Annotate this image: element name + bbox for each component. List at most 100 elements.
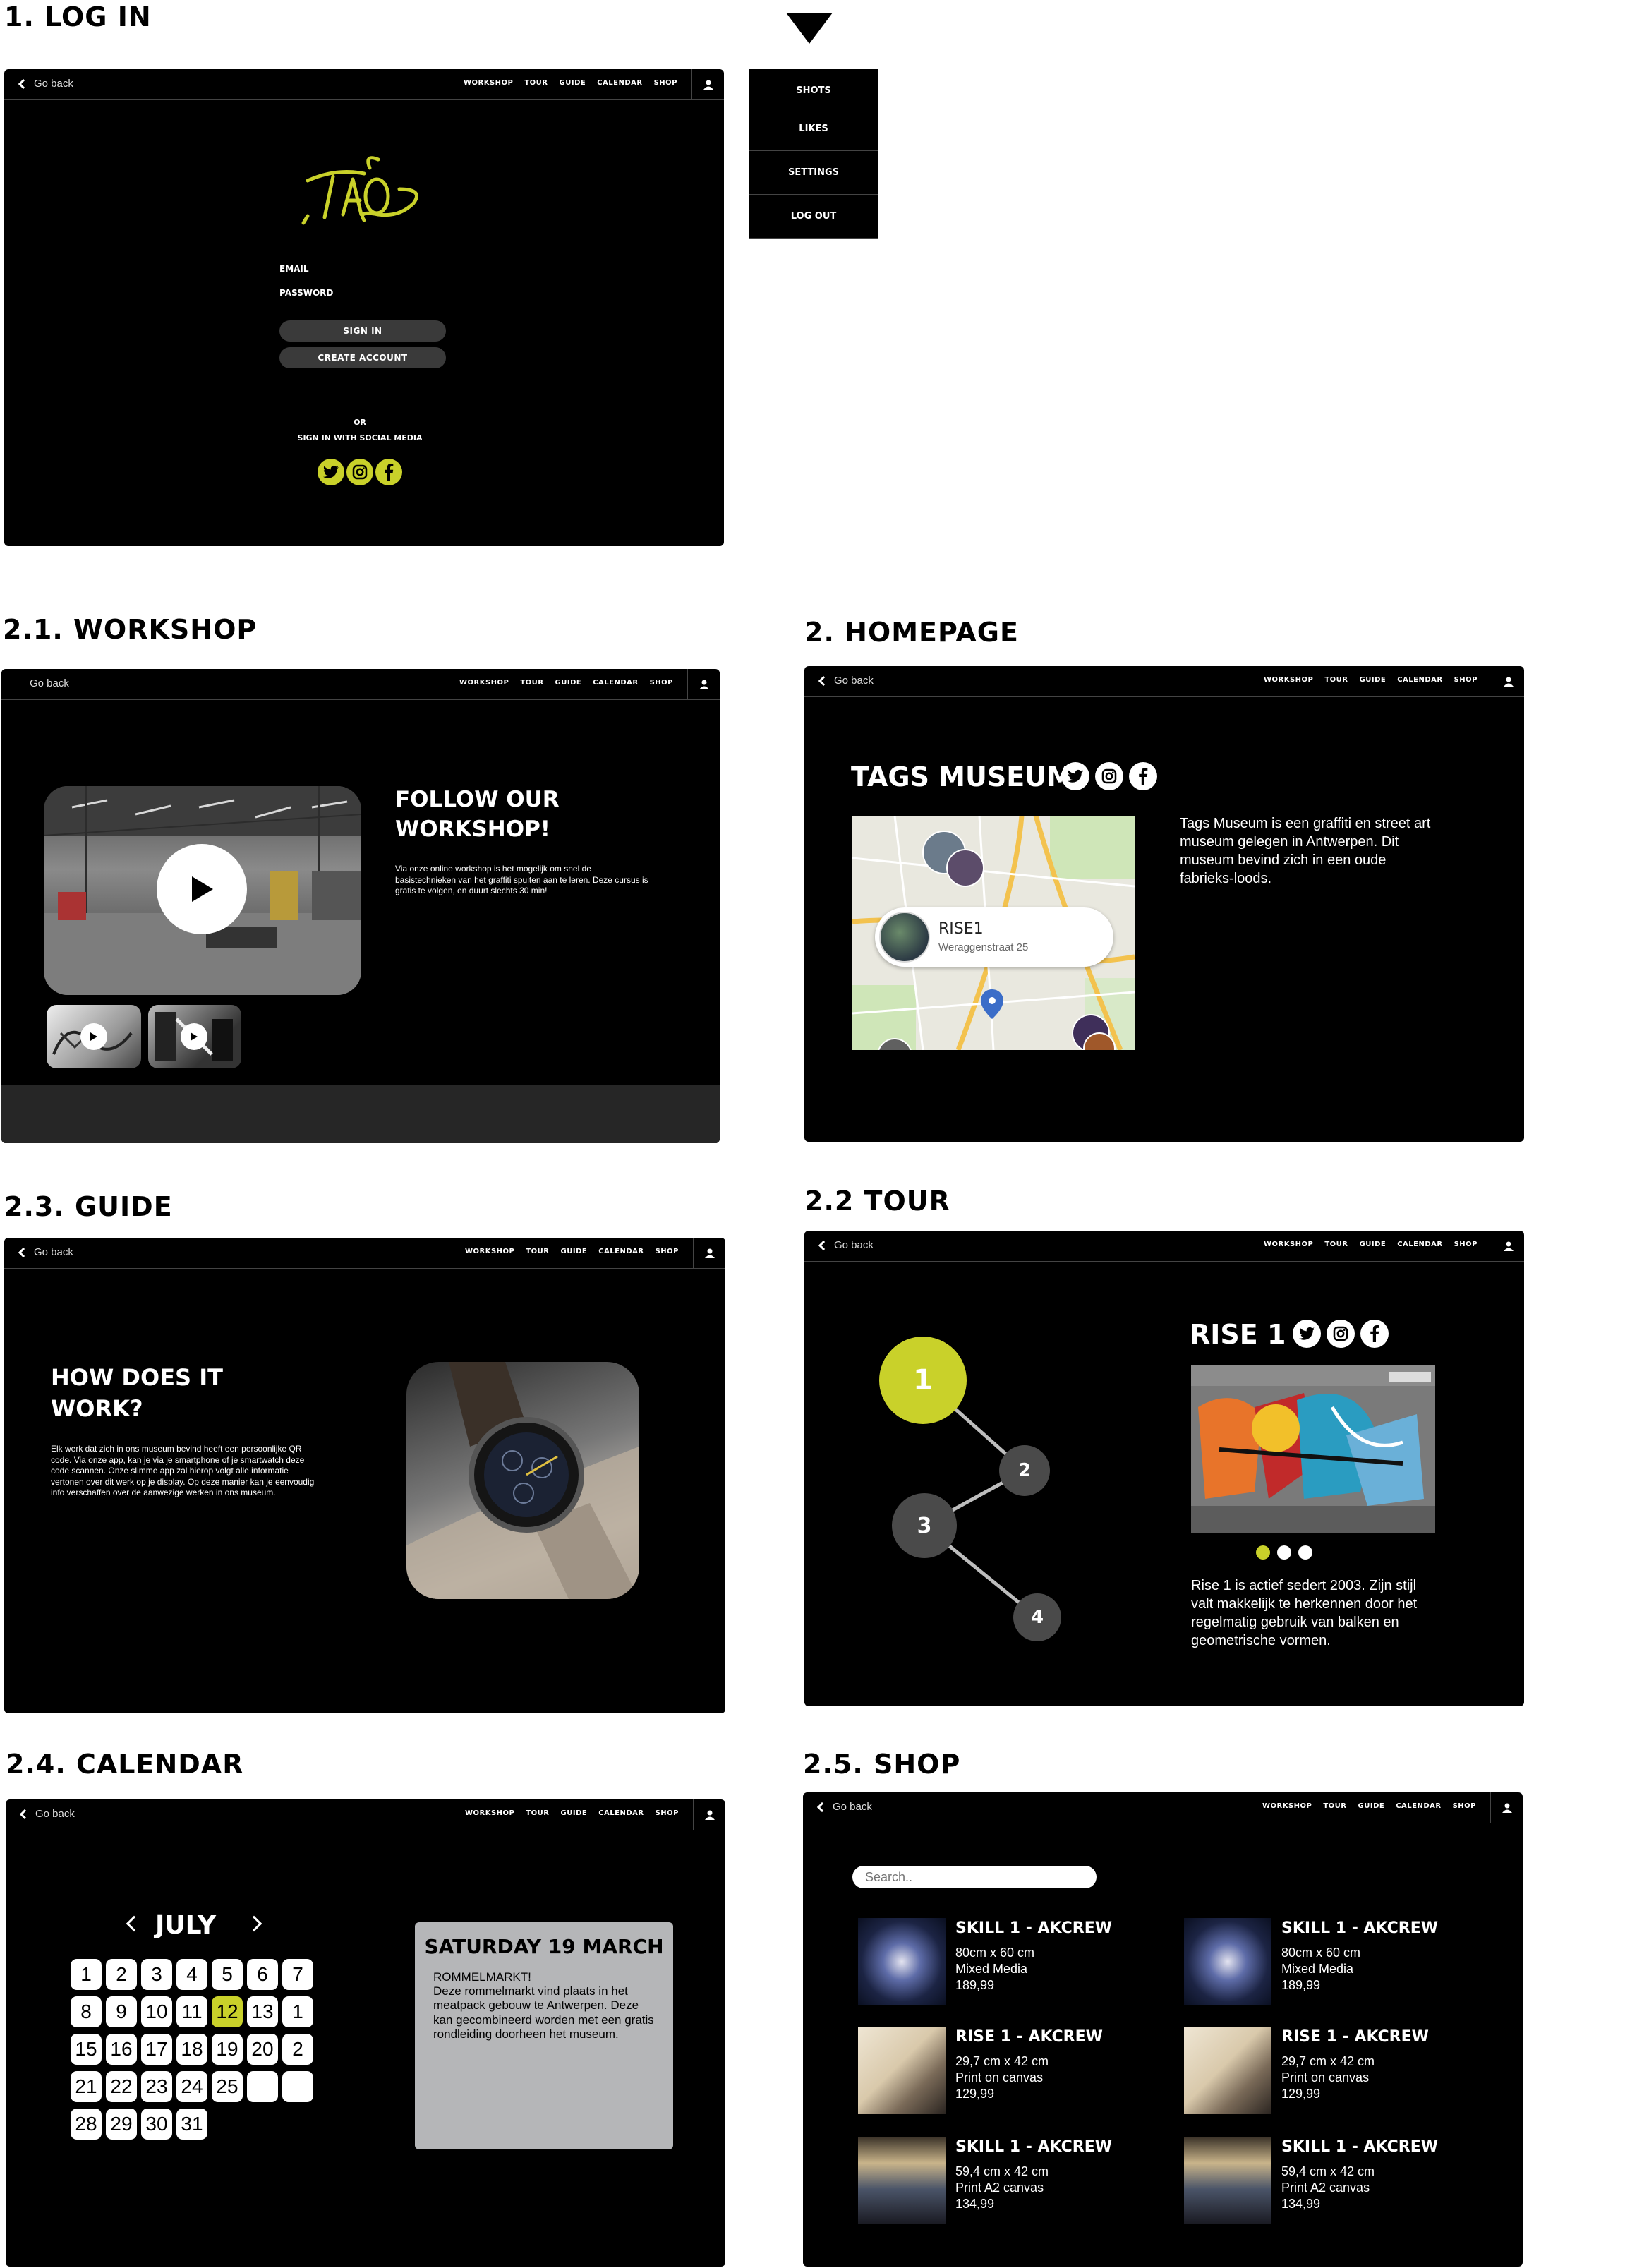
calendar-day[interactable]: 21: [71, 2071, 102, 2102]
nav-workshop[interactable]: WORKSHOP: [464, 79, 513, 87]
calendar-day[interactable]: 28: [71, 2109, 102, 2140]
calendar-day[interactable]: 13: [247, 1996, 278, 2027]
play-button[interactable]: [157, 844, 247, 934]
facebook-button[interactable]: [1129, 762, 1157, 790]
nav-guide[interactable]: GUIDE: [1358, 1802, 1385, 1810]
nav-tour[interactable]: TOUR: [520, 679, 543, 687]
calendar-day[interactable]: 18: [176, 2034, 207, 2065]
tour-stop-1[interactable]: 1: [879, 1337, 967, 1424]
calendar-day[interactable]: 2: [282, 2034, 313, 2065]
instagram-button[interactable]: [346, 459, 373, 485]
carousel-dot-2[interactable]: [1277, 1545, 1291, 1560]
next-month-button[interactable]: [246, 1914, 268, 1935]
workshop-video-thumb-2[interactable]: [148, 1005, 241, 1068]
calendar-day[interactable]: [247, 2071, 278, 2102]
calendar-day[interactable]: [282, 2071, 313, 2102]
calendar-day[interactable]: 24: [176, 2071, 207, 2102]
user-menu-settings[interactable]: SETTINGS: [749, 151, 878, 195]
nav-shop[interactable]: SHOP: [650, 679, 673, 687]
nav-workshop[interactable]: WORKSHOP: [465, 1809, 514, 1817]
calendar-day[interactable]: 9: [106, 1996, 137, 2027]
user-button[interactable]: [1492, 666, 1524, 697]
go-back-link[interactable]: Go back: [30, 677, 69, 689]
calendar-day[interactable]: 29: [106, 2109, 137, 2140]
user-button[interactable]: [693, 1238, 725, 1269]
carousel-dot-3[interactable]: [1298, 1545, 1312, 1560]
nav-calendar[interactable]: CALENDAR: [593, 679, 638, 687]
calendar-day[interactable]: 17: [141, 2034, 172, 2065]
event-card[interactable]: SATURDAY 19 MARCH ROMMELMARKT! Deze romm…: [415, 1922, 673, 2149]
twitter-button[interactable]: [1061, 762, 1089, 790]
museum-map[interactable]: RISE1 Weraggenstraat 25: [852, 816, 1135, 1050]
nav-shop[interactable]: SHOP: [1454, 676, 1478, 684]
calendar-day[interactable]: 15: [71, 2034, 102, 2065]
twitter-button[interactable]: [1293, 1320, 1321, 1348]
tour-stop-2[interactable]: 2: [999, 1445, 1050, 1496]
nav-workshop[interactable]: WORKSHOP: [1264, 1241, 1313, 1248]
email-field[interactable]: EMAIL: [279, 264, 446, 277]
workshop-video-thumb-1[interactable]: [47, 1005, 141, 1068]
calendar-day[interactable]: 2: [106, 1959, 137, 1990]
calendar-day[interactable]: 25: [212, 2071, 243, 2102]
nav-shop[interactable]: SHOP: [656, 1809, 679, 1817]
nav-guide[interactable]: GUIDE: [561, 1248, 588, 1255]
calendar-day[interactable]: 12: [212, 1996, 243, 2027]
calendar-day[interactable]: 1: [282, 1996, 313, 2027]
nav-tour[interactable]: TOUR: [526, 1809, 549, 1817]
nav-shop[interactable]: SHOP: [1453, 1802, 1476, 1810]
calendar-day[interactable]: 23: [141, 2071, 172, 2102]
product-card[interactable]: SKILL 1 - AKCREW 59,4 cm x 42 cm Print A…: [858, 2137, 1140, 2228]
nav-guide[interactable]: GUIDE: [560, 79, 586, 87]
user-button[interactable]: [1492, 1231, 1524, 1262]
nav-shop[interactable]: SHOP: [654, 79, 677, 87]
calendar-day[interactable]: 10: [141, 1996, 172, 2027]
user-menu-logout[interactable]: LOG OUT: [749, 195, 878, 239]
create-account-button[interactable]: CREATE ACCOUNT: [279, 347, 446, 368]
product-card[interactable]: SKILL 1 - AKCREW 59,4 cm x 42 cm Print A…: [1184, 2137, 1466, 2228]
calendar-day[interactable]: 5: [212, 1959, 243, 1990]
calendar-day[interactable]: 19: [212, 2034, 243, 2065]
calendar-day[interactable]: 30: [141, 2109, 172, 2140]
instagram-button[interactable]: [1327, 1320, 1355, 1348]
nav-tour[interactable]: TOUR: [1323, 1802, 1346, 1810]
calendar-day[interactable]: 1: [71, 1959, 102, 1990]
facebook-button[interactable]: [1360, 1320, 1389, 1348]
tour-stop-3[interactable]: 3: [892, 1493, 957, 1558]
nav-workshop[interactable]: WORKSHOP: [1262, 1802, 1312, 1810]
calendar-day[interactable]: 4: [176, 1959, 207, 1990]
user-button[interactable]: [1490, 1792, 1523, 1823]
product-card[interactable]: SKILL 1 - AKCREW 80cm x 60 cm Mixed Medi…: [1184, 1918, 1466, 2010]
nav-workshop[interactable]: WORKSHOP: [459, 679, 509, 687]
calendar-day[interactable]: 31: [176, 2109, 207, 2140]
user-button[interactable]: [693, 1799, 725, 1830]
play-button[interactable]: [80, 1023, 107, 1050]
nav-tour[interactable]: TOUR: [1324, 1241, 1348, 1248]
nav-tour[interactable]: TOUR: [524, 79, 548, 87]
product-card[interactable]: RISE 1 - AKCREW 29,7 cm x 42 cm Print on…: [858, 2027, 1140, 2118]
calendar-day[interactable]: 20: [247, 2034, 278, 2065]
carousel-dot-1[interactable]: [1256, 1545, 1270, 1560]
nav-calendar[interactable]: CALENDAR: [598, 1248, 644, 1255]
play-button[interactable]: [181, 1023, 207, 1050]
twitter-button[interactable]: [318, 459, 344, 485]
nav-shop[interactable]: SHOP: [656, 1248, 679, 1255]
calendar-day[interactable]: 8: [71, 1996, 102, 2027]
calendar-day[interactable]: 11: [176, 1996, 207, 2027]
go-back-link[interactable]: Go back: [18, 78, 73, 90]
user-menu-likes[interactable]: LIKES: [749, 107, 878, 151]
go-back-link[interactable]: Go back: [818, 675, 874, 687]
nav-guide[interactable]: GUIDE: [1360, 1241, 1387, 1248]
nav-guide[interactable]: GUIDE: [555, 679, 582, 687]
nav-workshop[interactable]: WORKSHOP: [465, 1248, 514, 1255]
calendar-day[interactable]: 6: [247, 1959, 278, 1990]
calendar-day[interactable]: 7: [282, 1959, 313, 1990]
calendar-day[interactable]: 3: [141, 1959, 172, 1990]
sign-in-button[interactable]: SIGN IN: [279, 320, 446, 342]
facebook-button[interactable]: [375, 459, 402, 485]
nav-calendar[interactable]: CALENDAR: [1397, 1241, 1442, 1248]
graffiti-artwork-image[interactable]: [1191, 1365, 1435, 1533]
product-card[interactable]: RISE 1 - AKCREW 29,7 cm x 42 cm Print on…: [1184, 2027, 1466, 2118]
calendar-day[interactable]: 16: [106, 2034, 137, 2065]
user-button[interactable]: [687, 669, 720, 700]
password-field[interactable]: PASSWORD: [279, 288, 446, 301]
